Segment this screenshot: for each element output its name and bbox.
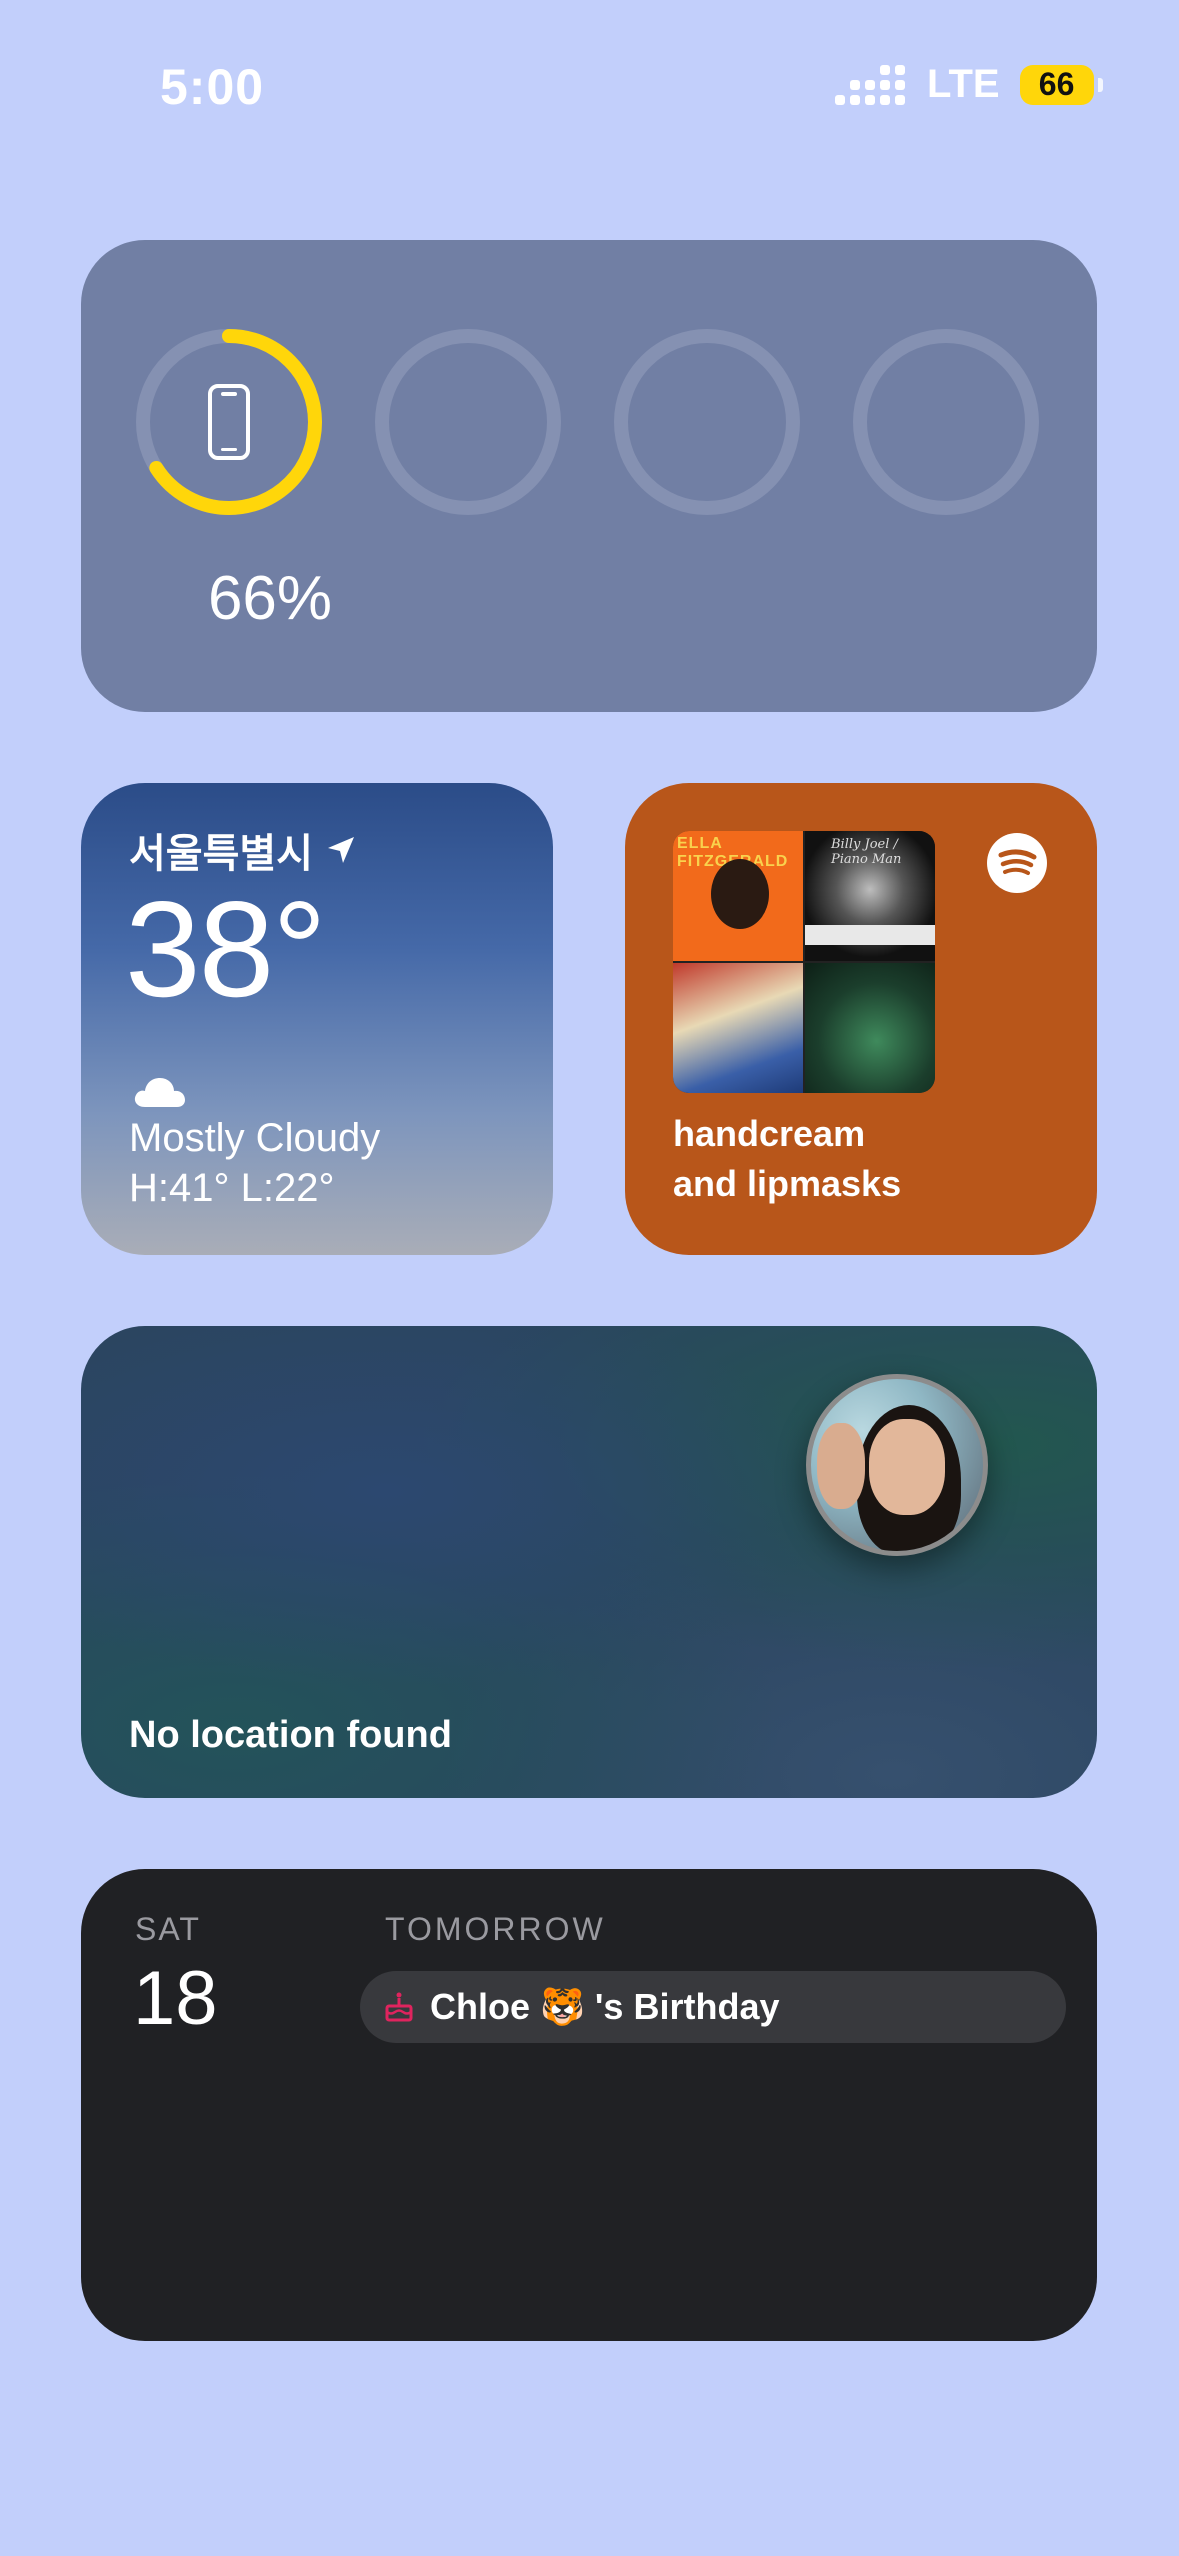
empty-battery-slot xyxy=(613,328,801,516)
device-battery-percent: 66% xyxy=(207,564,333,633)
cellular-signal-icon xyxy=(835,64,905,105)
weather-condition: Mostly Cloudy xyxy=(129,1116,381,1160)
empty-battery-slot xyxy=(374,328,562,516)
device-battery-ring xyxy=(135,328,323,516)
playlist-title: handcream and lipmasks xyxy=(673,1113,902,1204)
battery-icon: 66 xyxy=(1019,64,1103,105)
battery-level: 66 xyxy=(1038,66,1075,102)
weather-high-low: H:41° L:22° xyxy=(129,1166,335,1210)
weather-temperature: 38° xyxy=(125,873,327,1025)
album-cover: Billy Joel / Piano Man xyxy=(805,831,935,961)
calendar-weekday: SAT xyxy=(135,1911,201,1947)
iphone-icon xyxy=(208,384,250,460)
album-cover xyxy=(805,963,935,1093)
calendar-widget[interactable]: SAT 18 TOMORROW Chloe 🐯 's Birthday xyxy=(81,1869,1097,2341)
status-time: 5:00 xyxy=(160,59,265,115)
album-cover xyxy=(673,963,803,1093)
calendar-event[interactable]: Chloe 🐯 's Birthday xyxy=(360,1971,1066,2043)
spotify-widget[interactable]: ELLA FITZGERALD Billy Joel / Piano Man h… xyxy=(625,783,1097,1255)
calendar-section-label: TOMORROW xyxy=(385,1911,606,1947)
event-title: Chloe 🐯 's Birthday xyxy=(430,1986,780,2027)
playlist-artwork: ELLA FITZGERALD Billy Joel / Piano Man xyxy=(673,831,935,1093)
empty-battery-slot xyxy=(852,328,1040,516)
cloud-icon xyxy=(134,1078,185,1107)
weather-widget[interactable]: 서울특별시 38° Mostly Cloudy H:41° L:22° xyxy=(81,783,553,1255)
location-arrow-icon xyxy=(328,837,354,863)
network-type: LTE xyxy=(927,62,1000,106)
avatar xyxy=(806,1374,988,1556)
birthday-cake-icon xyxy=(385,1992,413,2022)
calendar-day: 18 xyxy=(133,1956,218,2041)
findmy-widget[interactable]: No location found xyxy=(81,1326,1097,1798)
album-cover: ELLA FITZGERALD xyxy=(673,831,803,961)
location-status: No location found xyxy=(129,1714,452,1756)
batteries-widget[interactable]: 66% xyxy=(81,240,1097,712)
spotify-logo-icon xyxy=(987,833,1047,893)
status-indicators: LTE 66 xyxy=(835,62,1103,107)
